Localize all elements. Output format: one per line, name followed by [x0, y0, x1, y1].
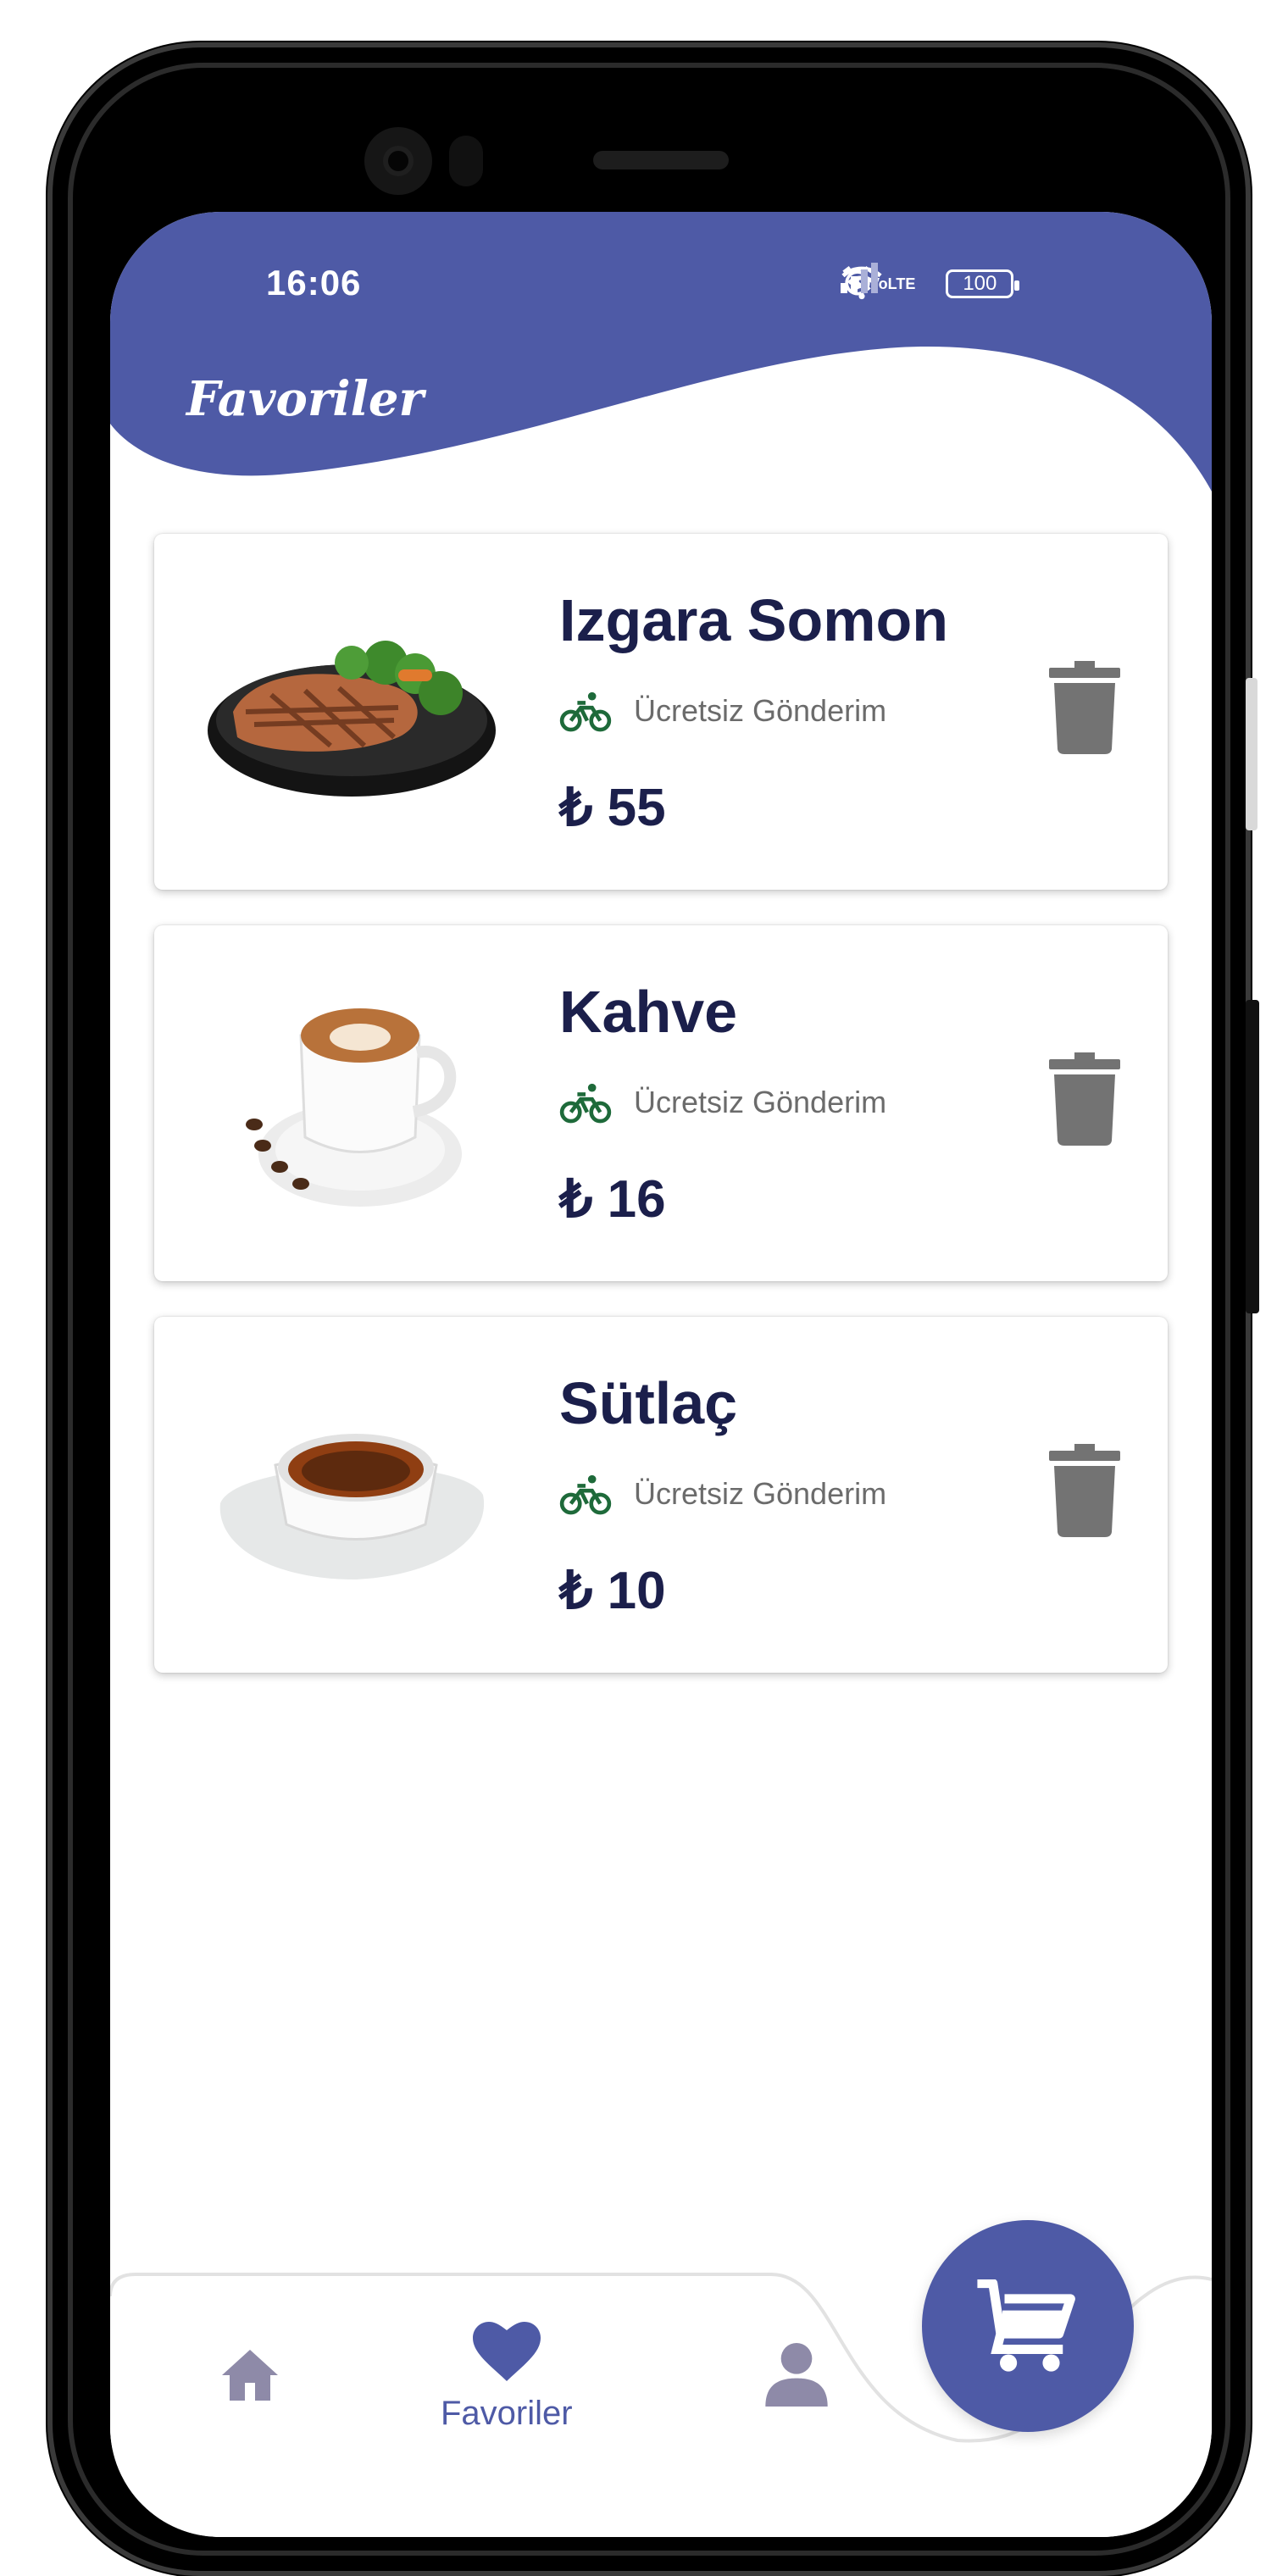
cart-fab-button[interactable] [922, 2220, 1134, 2432]
coffee-image [246, 1008, 462, 1207]
nav-favorites-label: Favoriler [441, 2395, 573, 2432]
sutlac-image [219, 1434, 485, 1579]
bicycle-icon [559, 691, 612, 732]
status-time: 16:06 [266, 263, 362, 303]
app-screen: 16:06 Vo LTE 100 Favoriler Izgara Somon … [110, 212, 1212, 2537]
header-wave [110, 212, 1212, 491]
shipping-info: Ücretsiz Gönderim [559, 1473, 886, 1515]
cart-icon [977, 2279, 1075, 2372]
nav-home[interactable] [219, 2347, 281, 2403]
product-price: ₺ 55 [559, 779, 666, 837]
product-price: ₺ 10 [559, 1562, 666, 1620]
nav-favorites[interactable]: Favoriler [441, 2322, 573, 2433]
product-name: Kahve [559, 979, 738, 1045]
person-icon [765, 2343, 828, 2407]
shipping-text: Ücretsiz Gönderim [634, 1085, 887, 1119]
shipping-info: Ücretsiz Gönderim [559, 1081, 886, 1124]
favorite-card-kahve[interactable]: Kahve Ücretsiz Gönderim ₺ 16 [154, 925, 1168, 1281]
trash-icon[interactable] [1049, 661, 1120, 754]
favorite-card-sutlac[interactable]: Sütlaç Ücretsiz Gönderim ₺ 10 [154, 1317, 1168, 1673]
home-icon [222, 2350, 278, 2401]
front-camera [364, 127, 432, 195]
nav-profile[interactable] [763, 2339, 830, 2407]
product-price: ₺ 16 [559, 1170, 666, 1229]
product-name: Izgara Somon [559, 587, 948, 653]
salmon-image [208, 641, 496, 797]
shipping-text: Ücretsiz Gönderim [634, 1476, 887, 1511]
page: 16:06 Vo LTE 100 Favoriler Izgara Somon … [0, 0, 1288, 2576]
app-header: 16:06 Vo LTE 100 Favoriler [110, 212, 1212, 500]
favorite-card-izgara-somon[interactable]: Izgara Somon Ücretsiz Gönderim ₺ 55 [154, 534, 1168, 890]
trash-icon[interactable] [1049, 1052, 1120, 1146]
page-title: Favoriler [186, 371, 425, 427]
shipping-text: Ücretsiz Gönderim [634, 693, 887, 728]
status-icons: Vo LTE 100 [839, 263, 1020, 305]
bicycle-icon [559, 1083, 612, 1124]
trash-icon[interactable] [1049, 1444, 1120, 1537]
product-name: Sütlaç [559, 1370, 738, 1436]
battery-indicator: 100 [946, 269, 1020, 298]
heart-icon [472, 2322, 541, 2381]
earpiece-speaker [593, 151, 729, 169]
volume-button [1246, 678, 1257, 830]
power-button [1246, 1000, 1259, 1313]
bicycle-icon [559, 1474, 612, 1515]
shipping-info: Ücretsiz Gönderim [559, 690, 886, 732]
favorites-list: Izgara Somon Ücretsiz Gönderim ₺ 55 Kahv… [154, 534, 1168, 1708]
proximity-sensor [449, 136, 483, 186]
